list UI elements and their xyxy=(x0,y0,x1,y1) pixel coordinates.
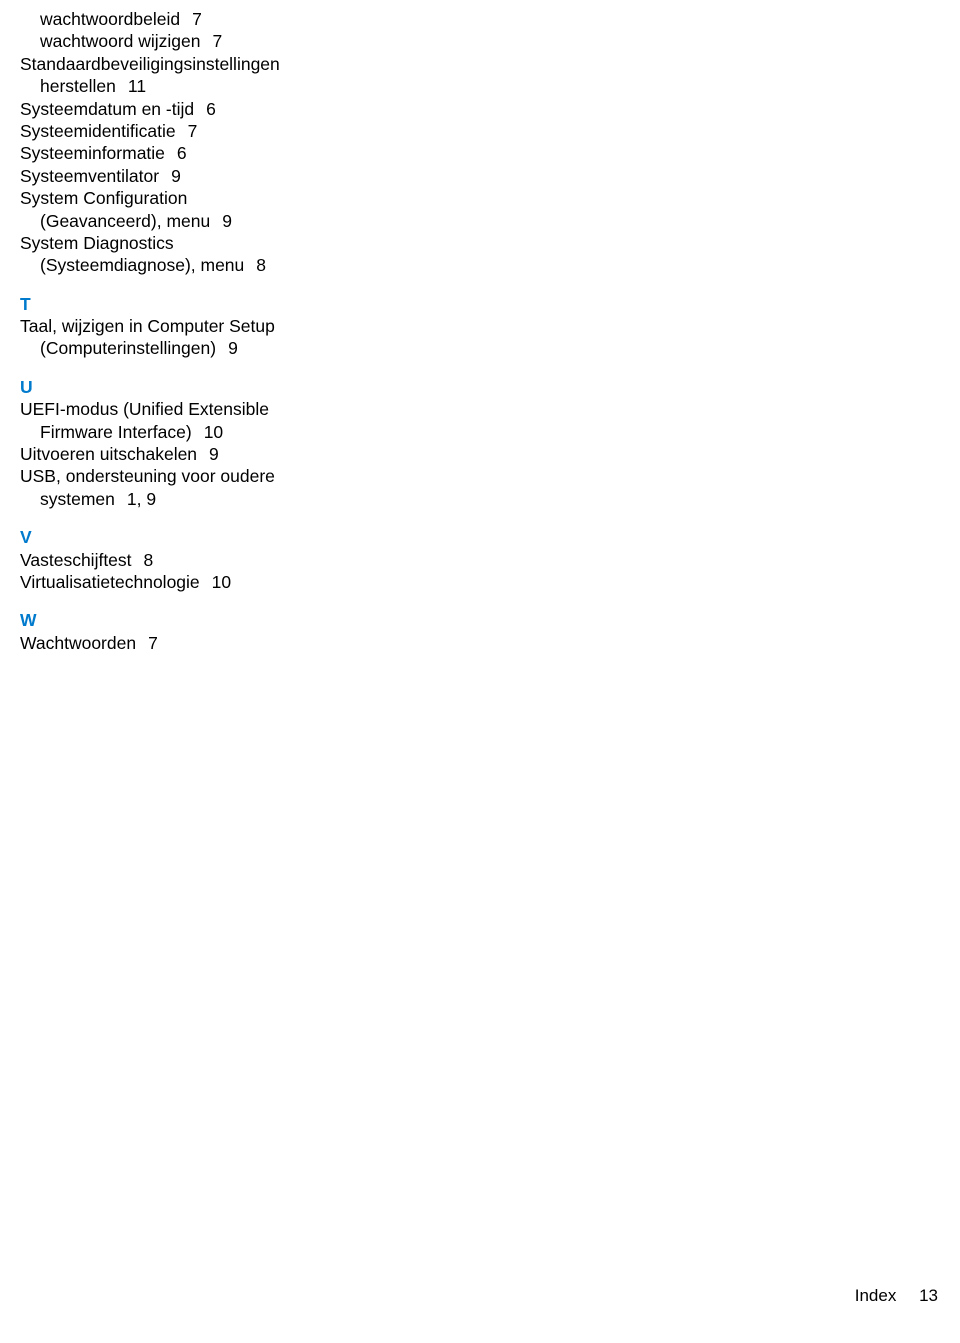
page-ref: 9 xyxy=(209,444,219,464)
page-ref: 8 xyxy=(144,550,154,570)
index-entry: Systeemdatum en -tijd 6 xyxy=(20,98,370,120)
entry-text: Systeemventilator xyxy=(20,166,159,186)
index-section-v: Vasteschijftest 8 Virtualisatietechnologi… xyxy=(20,549,370,594)
entry-text: (Geavanceerd), menu xyxy=(40,211,210,231)
index-section-t: Taal, wijzigen in Computer Setup (Comput… xyxy=(20,315,370,360)
index-entry: System Diagnostics xyxy=(20,232,370,254)
entry-text: Wachtwoorden xyxy=(20,633,136,653)
index-entry: Standaardbeveiligingsinstellingen xyxy=(20,53,370,75)
index-subentry: (Systeemdiagnose), menu 8 xyxy=(20,254,370,276)
entry-text: (Computerinstellingen) xyxy=(40,338,216,358)
entry-text: Systeemidentificatie xyxy=(20,121,176,141)
entry-text: Firmware Interface) xyxy=(40,422,192,442)
index-entry: Taal, wijzigen in Computer Setup xyxy=(20,315,370,337)
page-ref: 9 xyxy=(228,338,238,358)
page-ref: 7 xyxy=(213,31,223,51)
index-subentry: wachtwoord wijzigen 7 xyxy=(20,30,370,52)
index-entry: Virtualisatietechnologie 10 xyxy=(20,571,370,593)
entry-text: herstellen xyxy=(40,76,116,96)
entry-text: System Diagnostics xyxy=(20,233,174,253)
page-ref: 6 xyxy=(177,143,187,163)
index-entry: Uitvoeren uitschakelen 9 xyxy=(20,443,370,465)
entry-text: USB, ondersteuning voor oudere xyxy=(20,466,275,486)
page-ref: 11 xyxy=(128,76,146,96)
entry-text: wachtwoordbeleid xyxy=(40,9,180,29)
entry-text: Vasteschijftest xyxy=(20,550,132,570)
page-ref: 10 xyxy=(204,422,223,442)
page-footer: Index 13 xyxy=(855,1285,938,1307)
entry-text: Taal, wijzigen in Computer Setup xyxy=(20,316,275,336)
footer-title: Index xyxy=(855,1286,897,1305)
index-column: wachtwoordbeleid7 wachtwoord wijzigen7 S… xyxy=(0,0,370,654)
index-letter-v: V xyxy=(20,526,370,548)
entry-text: (Systeemdiagnose), menu xyxy=(40,255,244,275)
index-subentry: systemen 1, 9 xyxy=(20,488,370,510)
footer-page-number: 13 xyxy=(919,1286,938,1305)
index-letter-u: U xyxy=(20,376,370,398)
entry-text: Standaardbeveiligingsinstellingen xyxy=(20,54,280,74)
index-letter-t: T xyxy=(20,293,370,315)
index-entry: Systeeminformatie 6 xyxy=(20,142,370,164)
entry-text: wachtwoord wijzigen xyxy=(40,31,201,51)
page-ref: 1, 9 xyxy=(127,489,156,509)
index-subentry: herstellen 11 xyxy=(20,75,370,97)
entry-text: Systeemdatum en -tijd xyxy=(20,99,194,119)
page-ref: 9 xyxy=(171,166,181,186)
index-entry: UEFI-modus (Unified Extensible xyxy=(20,398,370,420)
index-entry: Systeemidentificatie 7 xyxy=(20,120,370,142)
page-ref: 7 xyxy=(148,633,158,653)
page-ref: 7 xyxy=(188,121,198,141)
page-ref: 6 xyxy=(206,99,216,119)
entry-text: Systeeminformatie xyxy=(20,143,165,163)
index-subentry: Firmware Interface) 10 xyxy=(20,421,370,443)
index-letter-w: W xyxy=(20,609,370,631)
index-entry: Wachtwoorden 7 xyxy=(20,632,370,654)
index-section-u: UEFI-modus (Unified Extensible Firmware … xyxy=(20,398,370,510)
index-entry: Vasteschijftest 8 xyxy=(20,549,370,571)
index-entry: System Configuration xyxy=(20,187,370,209)
entry-text: systemen xyxy=(40,489,115,509)
entry-text: UEFI-modus (Unified Extensible xyxy=(20,399,269,419)
entry-text: System Configuration xyxy=(20,188,187,208)
page-ref: 8 xyxy=(256,255,266,275)
index-subentry: wachtwoordbeleid 7 xyxy=(20,8,370,30)
entry-text: Uitvoeren uitschakelen xyxy=(20,444,197,464)
page-ref: 9 xyxy=(222,211,232,231)
page-ref: 7 xyxy=(192,9,202,29)
index-entry: USB, ondersteuning voor oudere xyxy=(20,465,370,487)
page-ref: 10 xyxy=(212,572,231,592)
entry-text: Virtualisatietechnologie xyxy=(20,572,200,592)
index-subentry: (Geavanceerd), menu 9 xyxy=(20,210,370,232)
index-section-w: Wachtwoorden 7 xyxy=(20,632,370,654)
index-continuation-block: wachtwoordbeleid7 wachtwoord wijzigen7 S… xyxy=(20,8,370,277)
index-subentry: (Computerinstellingen) 9 xyxy=(20,337,370,359)
index-entry: Systeemventilator 9 xyxy=(20,165,370,187)
